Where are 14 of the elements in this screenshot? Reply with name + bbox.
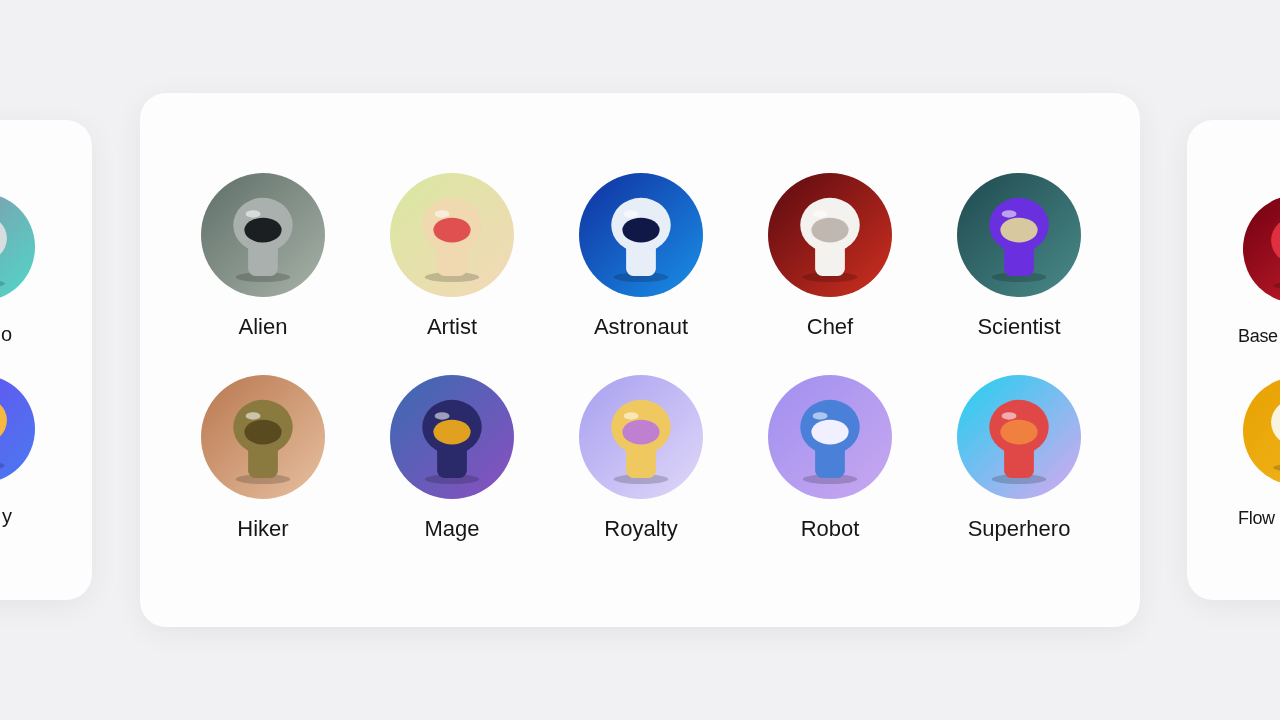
avatar-label: Base	[1238, 325, 1278, 348]
avatar-label: Artist	[426, 313, 478, 341]
avatar-label: Royalty	[604, 515, 678, 543]
avatar-label: Chef	[806, 313, 854, 341]
avatar-label: Flow	[1238, 507, 1275, 530]
avatar-label: Astronaut	[593, 313, 689, 341]
avatar-label: y	[2, 504, 12, 529]
avatar-label: Superhero	[967, 515, 1071, 543]
avatar-label: Alien	[238, 313, 288, 341]
avatar-label: Robot	[800, 515, 860, 543]
avatar-label: Mage	[424, 515, 480, 543]
avatar-label: Scientist	[977, 313, 1061, 341]
avatar-label: o	[0, 322, 12, 347]
avatar-label: Hiker	[237, 515, 289, 543]
